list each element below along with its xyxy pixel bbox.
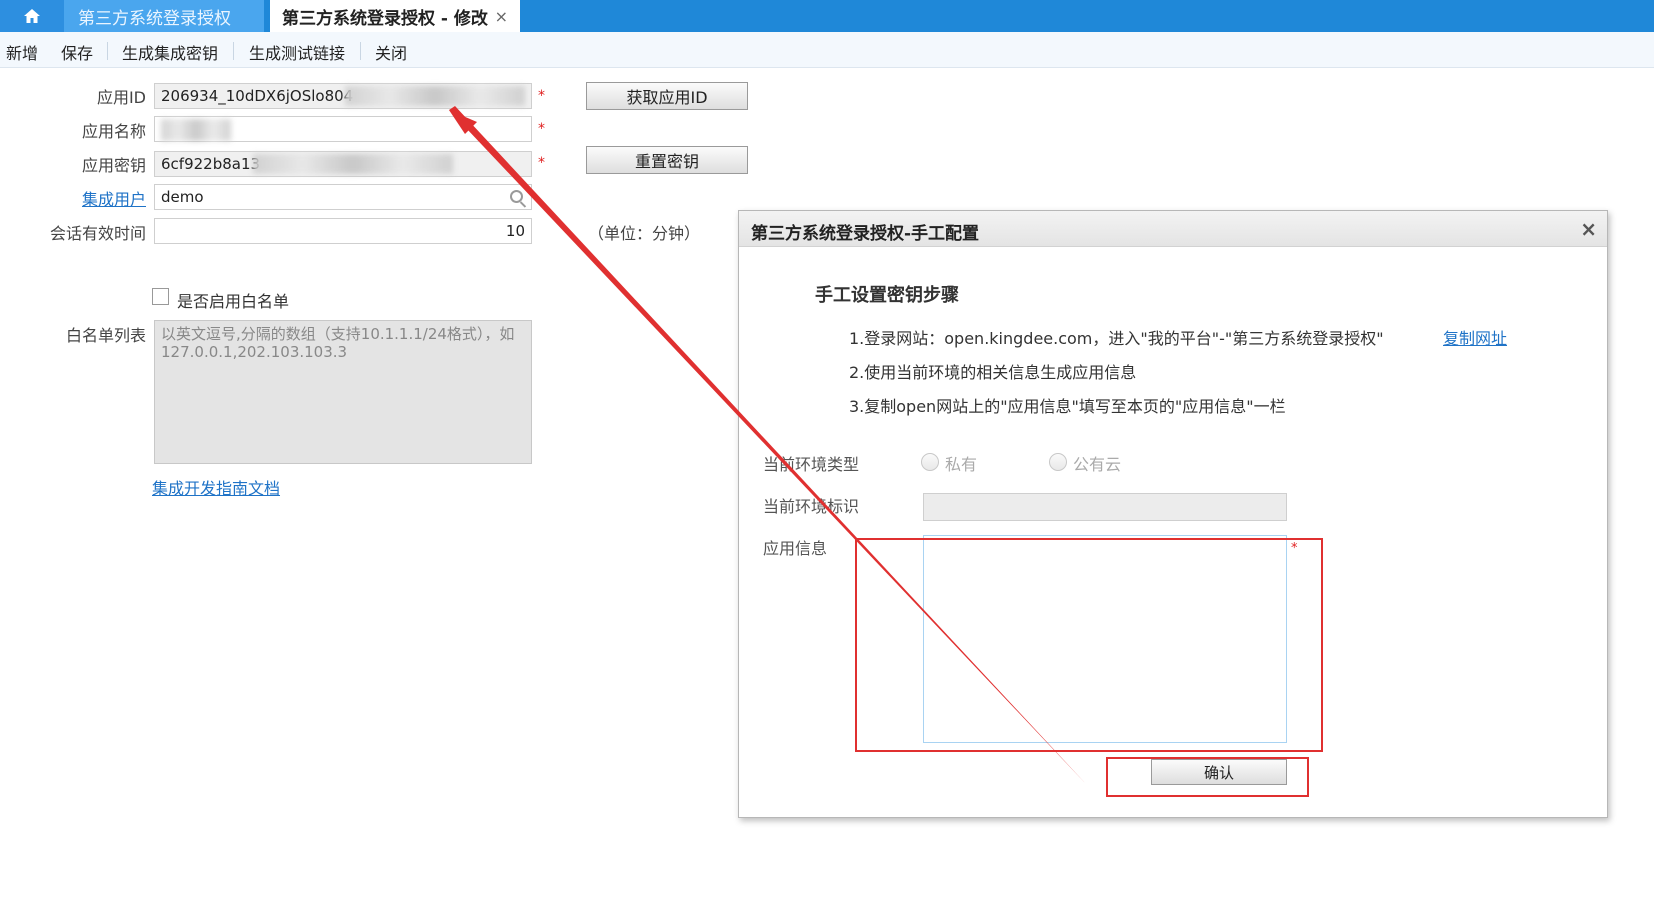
env-private-label: 私有 — [945, 455, 978, 474]
app-name-field[interactable] — [154, 116, 532, 142]
new-button[interactable]: 新增 — [6, 40, 38, 64]
required-mark: * — [538, 121, 545, 137]
app-key-field[interactable]: 6cf922b8a13 — [154, 151, 532, 177]
generate-test-link-button[interactable]: 生成测试链接 — [249, 40, 345, 64]
session-timeout-label: 会话有效时间 — [49, 224, 146, 243]
integration-user-value: demo — [161, 188, 204, 206]
integration-user-link[interactable]: 集成用户 — [6, 186, 146, 210]
copy-url-link[interactable]: 复制网址 — [1443, 325, 1507, 349]
toolbar-divider — [107, 42, 108, 60]
app-id-value: 206934_10dDX6jOSlo804 — [161, 87, 354, 105]
generate-key-button[interactable]: 生成集成密钥 — [122, 40, 218, 64]
dialog-title: 第三方系统登录授权-手工配置 — [751, 224, 980, 244]
close-button[interactable]: 关闭 — [375, 40, 407, 64]
redaction-blur — [345, 86, 525, 106]
env-private-radio[interactable] — [921, 453, 939, 471]
save-button[interactable]: 保存 — [61, 40, 93, 64]
integration-user-field[interactable]: demo — [154, 184, 532, 210]
whitelist-label: 白名单列表 — [65, 326, 146, 345]
required-mark: * — [538, 155, 545, 171]
get-app-id-button[interactable]: 获取应用ID — [586, 82, 748, 110]
tab-bar: 第三方系统登录授权 第三方系统登录授权 - 修改 × — [0, 0, 1654, 32]
app-key-value: 6cf922b8a13 — [161, 155, 261, 173]
env-public-label: 公有云 — [1073, 455, 1122, 474]
toolbar-divider — [233, 42, 234, 60]
redaction-blur — [253, 154, 453, 174]
annotation-box-app-info — [855, 538, 1323, 752]
session-timeout-value: 10 — [505, 222, 525, 240]
whitelist-enable-label: 是否启用白名单 — [177, 292, 290, 311]
env-id-label: 当前环境标识 — [763, 497, 860, 516]
dialog-header: 第三方系统登录授权-手工配置 × — [739, 211, 1607, 247]
annotation-box-confirm — [1106, 757, 1309, 797]
toolbar-divider — [360, 42, 361, 60]
tab-third-party-login-edit[interactable]: 第三方系统登录授权 - 修改 × — [270, 0, 520, 32]
tab-label: 第三方系统登录授权 - 修改 — [282, 8, 488, 29]
reset-key-button[interactable]: 重置密钥 — [586, 146, 748, 174]
home-icon — [24, 9, 40, 23]
toolbar: 新增 保存 生成集成密钥 生成测试链接 关闭 — [0, 32, 1654, 68]
step-1: 1.登录网站：open.kingdee.com，进入"我的平台"-"第三方系统登… — [849, 329, 1384, 348]
whitelist-checkbox[interactable] — [152, 288, 169, 305]
unit-text: （单位：分钟） — [588, 224, 701, 243]
whitelist-textarea[interactable]: 以英文逗号,分隔的数组（支持10.1.1.1/24格式），如127.0.0.1,… — [154, 320, 532, 464]
tab-label: 第三方系统登录授权 — [78, 8, 231, 29]
close-icon[interactable]: × — [1580, 217, 1597, 241]
search-icon[interactable] — [510, 190, 523, 203]
env-public-radio[interactable] — [1049, 453, 1067, 471]
home-tab[interactable] — [0, 0, 64, 32]
whitelist-placeholder: 以英文逗号,分隔的数组（支持10.1.1.1/24格式），如127.0.0.1,… — [161, 325, 515, 361]
redaction-blur — [161, 119, 231, 141]
session-timeout-field[interactable]: 10 — [154, 218, 532, 244]
step-3: 3.复制open网站上的"应用信息"填写至本页的"应用信息"一栏 — [849, 397, 1286, 416]
tab-third-party-login[interactable]: 第三方系统登录授权 — [64, 0, 264, 32]
app-key-label: 应用密钥 — [81, 156, 146, 175]
app-info-label: 应用信息 — [763, 539, 828, 558]
app-name-label: 应用名称 — [81, 122, 146, 141]
step-2: 2.使用当前环境的相关信息生成应用信息 — [849, 363, 1137, 382]
app-id-label: 应用ID — [96, 88, 146, 107]
env-id-input[interactable] — [923, 493, 1287, 521]
app-id-field[interactable]: 206934_10dDX6jOSlo804 — [154, 83, 532, 109]
dialog-subtitle: 手工设置密钥步骤 — [815, 285, 959, 306]
close-icon[interactable]: × — [495, 7, 508, 26]
env-type-label: 当前环境类型 — [763, 455, 860, 474]
integration-guide-link[interactable]: 集成开发指南文档 — [152, 475, 280, 499]
required-mark: * — [538, 88, 545, 104]
